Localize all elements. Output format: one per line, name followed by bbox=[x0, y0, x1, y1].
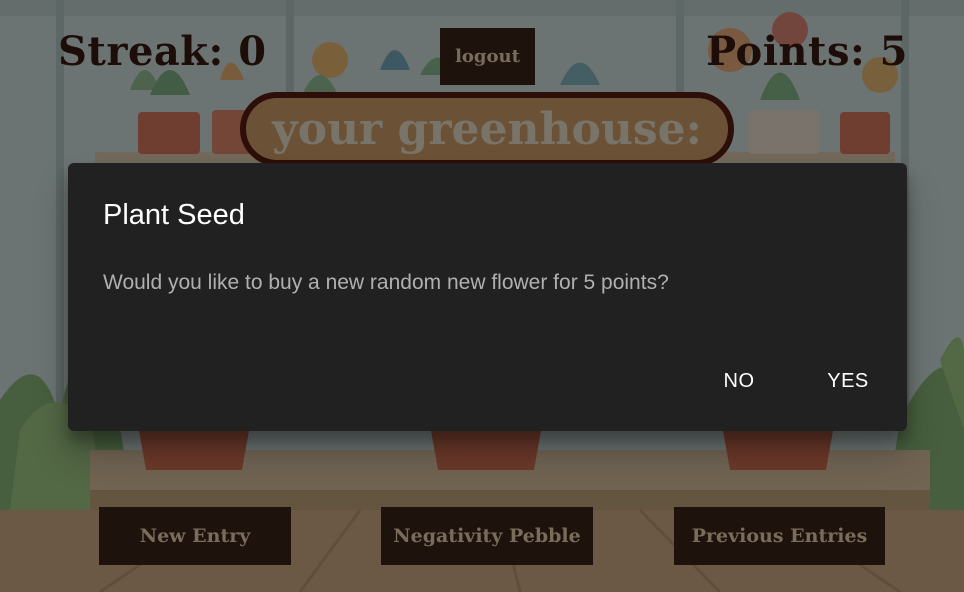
plant-seed-dialog: Plant Seed Would you like to buy a new r… bbox=[68, 163, 907, 431]
no-button[interactable]: NO bbox=[708, 360, 770, 402]
yes-button[interactable]: YES bbox=[816, 360, 880, 402]
dialog-title: Plant Seed bbox=[103, 199, 245, 231]
dialog-message: Would you like to buy a new random new f… bbox=[103, 271, 669, 294]
